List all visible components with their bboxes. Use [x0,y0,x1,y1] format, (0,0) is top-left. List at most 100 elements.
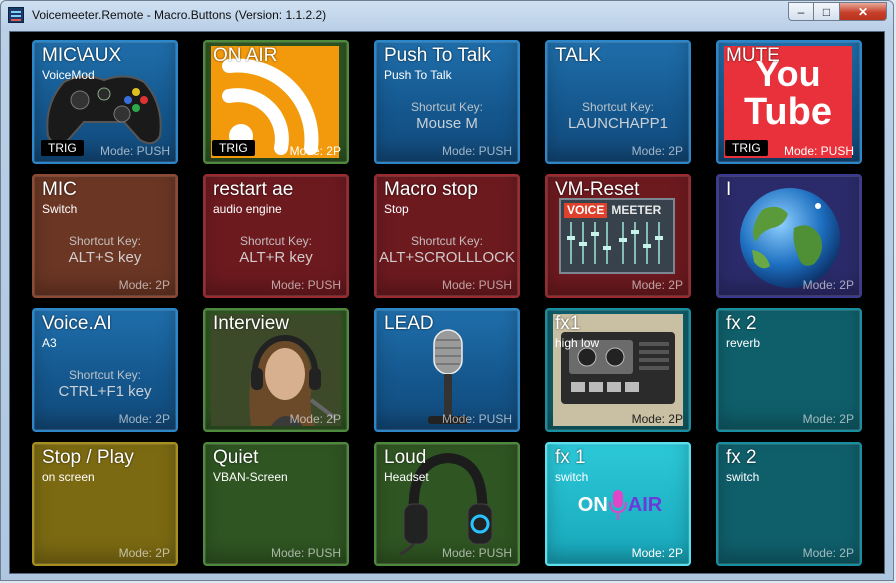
button-mode: Mode: 2P [631,546,683,560]
button-sublabel: high low [555,336,600,350]
button-mode: Mode: PUSH [270,278,341,292]
voicemeeter-logo-left: VOICE [564,203,608,218]
button-mode: Mode: 2P [802,546,854,560]
shortcut-value: ALT+S key [68,249,142,266]
button-mode: Mode: PUSH [441,144,512,158]
globe-icon [740,188,840,288]
macro-button-interview[interactable]: Interview Mode: 2P [203,308,349,432]
button-label: fx 2 [726,313,757,334]
button-label: fx 2 [726,447,757,468]
button-label: VM-Reset [555,179,640,200]
shortcut-title: Shortcut Key: [68,368,142,382]
shortcut-key: Shortcut Key: CTRL+F1 key [34,368,176,400]
button-sublabel: Switch [42,202,78,216]
button-label: Loud [384,447,427,468]
button-label: Interview [213,313,290,334]
trig-badge: TRIG [725,140,768,156]
button-sublabel: audio engine [213,202,282,216]
button-label: Stop / Play [42,447,134,468]
on-air-right: AIR [627,493,663,516]
window-title: Voicemeeter.Remote - Macro.Buttons (Vers… [32,8,327,22]
button-label: MUTE [726,45,780,66]
button-label: I [726,179,732,200]
button-mode: Mode: 2P [118,412,170,426]
button-mode: Mode: 2P [289,412,341,426]
button-sublabel: switch [726,470,760,484]
shortcut-title: Shortcut Key: [581,100,655,114]
button-label: restart ae [213,179,294,200]
macro-button-stop-play[interactable]: Stop / Play on screen Mode: 2P [32,442,178,566]
button-mode: Mode: 2P [631,278,683,292]
mic-glyph-icon [608,490,627,520]
macro-button-mute[interactable]: You Tube MUTE TRIG Mode: PUSH [716,40,862,164]
app-window: Voicemeeter.Remote - Macro.Buttons (Vers… [0,0,894,581]
button-mode: Mode: PUSH [441,412,512,426]
button-label: MIC [42,179,77,200]
shortcut-value: ALT+R key [239,249,313,266]
button-sublabel: switch [555,470,589,484]
macro-button-vm-reset[interactable]: VOICE MEETER VM-Reset Mode: 2P [545,174,691,298]
button-mode: Mode: 2P [802,278,854,292]
button-mode: Mode: PUSH [99,144,170,158]
maximize-button[interactable]: □ [814,2,840,21]
button-label: LEAD [384,313,434,334]
macro-button-globe[interactable]: I Mode: 2P [716,174,862,298]
macro-button-fx2-switch[interactable]: fx 2 switch Mode: 2P [716,442,862,566]
title-bar[interactable]: Voicemeeter.Remote - Macro.Buttons (Vers… [1,1,893,29]
button-sublabel: on screen [42,470,95,484]
macro-button-talk[interactable]: TALK Shortcut Key: LAUNCHAPP1 Mode: 2P [545,40,691,164]
macro-button-lead[interactable]: LEAD Mode: PUSH [374,308,520,432]
shortcut-key: Shortcut Key: Mouse M [376,100,518,132]
macro-button-mic-switch[interactable]: MIC Switch Shortcut Key: ALT+S key Mode: … [32,174,178,298]
trig-badge: TRIG [212,140,255,156]
shortcut-key: Shortcut Key: LAUNCHAPP1 [547,100,689,132]
button-sublabel: reverb [726,336,761,350]
shortcut-title: Shortcut Key: [68,234,142,248]
button-label: ON AIR [213,45,278,66]
button-mode: Mode: 2P [802,412,854,426]
macro-button-macro-stop[interactable]: Macro stop Stop Shortcut Key: ALT+SCROLLL… [374,174,520,298]
shortcut-value: ALT+SCROLLLOCK [378,249,516,266]
shortcut-key: Shortcut Key: ALT+R key [205,234,347,266]
close-button[interactable]: ✕ [840,2,887,21]
macro-button-voice-ai[interactable]: Voice.AI A3 Shortcut Key: CTRL+F1 key Mod… [32,308,178,432]
button-mode: Mode: 2P [289,144,341,158]
app-icon[interactable] [8,7,24,23]
macro-button-push-to-talk[interactable]: Push To Talk Push To Talk Shortcut Key: M… [374,40,520,164]
shortcut-key: Shortcut Key: ALT+S key [34,234,176,266]
macro-button-mic-aux[interactable]: MIC\AUX VoiceMod TRIG Mode: PUSH [32,40,178,164]
button-sublabel: VoiceMod [42,68,95,82]
button-label: fx 1 [555,447,586,468]
on-air-left: ON [577,493,608,516]
youtube-logo-bottom: Tube [744,91,832,133]
shortcut-value: CTRL+F1 key [58,383,152,400]
macro-button-grid: MIC\AUX VoiceMod TRIG Mode: PUSH ON AIR … [9,31,885,574]
button-label: Push To Talk [384,45,492,66]
voicemeeter-logo-right: MEETER [611,203,662,217]
button-label: fx1 [555,313,581,334]
macro-button-fx1-switch[interactable]: ON AIR fx 1 switch Mode: 2P [545,442,691,566]
macro-button-fx1[interactable]: fx1 high low Mode: 2P [545,308,691,432]
button-mode: Mode: PUSH [270,546,341,560]
macro-button-fx2-reverb[interactable]: fx 2 reverb Mode: 2P [716,308,862,432]
macro-button-restart-ae[interactable]: restart ae audio engine Shortcut Key: ALT… [203,174,349,298]
macro-button-loud[interactable]: Loud Headset Mode: PUSH [374,442,520,566]
trig-badge: TRIG [41,140,84,156]
button-sublabel: VBAN-Screen [213,470,288,484]
button-sublabel: Headset [384,470,429,484]
button-sublabel: A3 [42,336,57,350]
button-mode: Mode: 2P [631,144,683,158]
button-label: MIC\AUX [42,45,122,66]
shortcut-title: Shortcut Key: [410,234,484,248]
button-mode: Mode: PUSH [441,278,512,292]
button-sublabel: Push To Talk [384,68,452,82]
button-mode: Mode: PUSH [783,144,854,158]
shortcut-title: Shortcut Key: [410,100,484,114]
button-mode: Mode: 2P [631,412,683,426]
shortcut-key: Shortcut Key: ALT+SCROLLLOCK [376,234,518,266]
minimize-button[interactable]: – [788,2,814,21]
macro-button-on-air[interactable]: ON AIR TRIG Mode: 2P [203,40,349,164]
on-air-mic-logo: ON AIR [575,482,665,528]
shortcut-value: Mouse M [416,115,478,132]
macro-button-quiet[interactable]: Quiet VBAN-Screen Mode: PUSH [203,442,349,566]
